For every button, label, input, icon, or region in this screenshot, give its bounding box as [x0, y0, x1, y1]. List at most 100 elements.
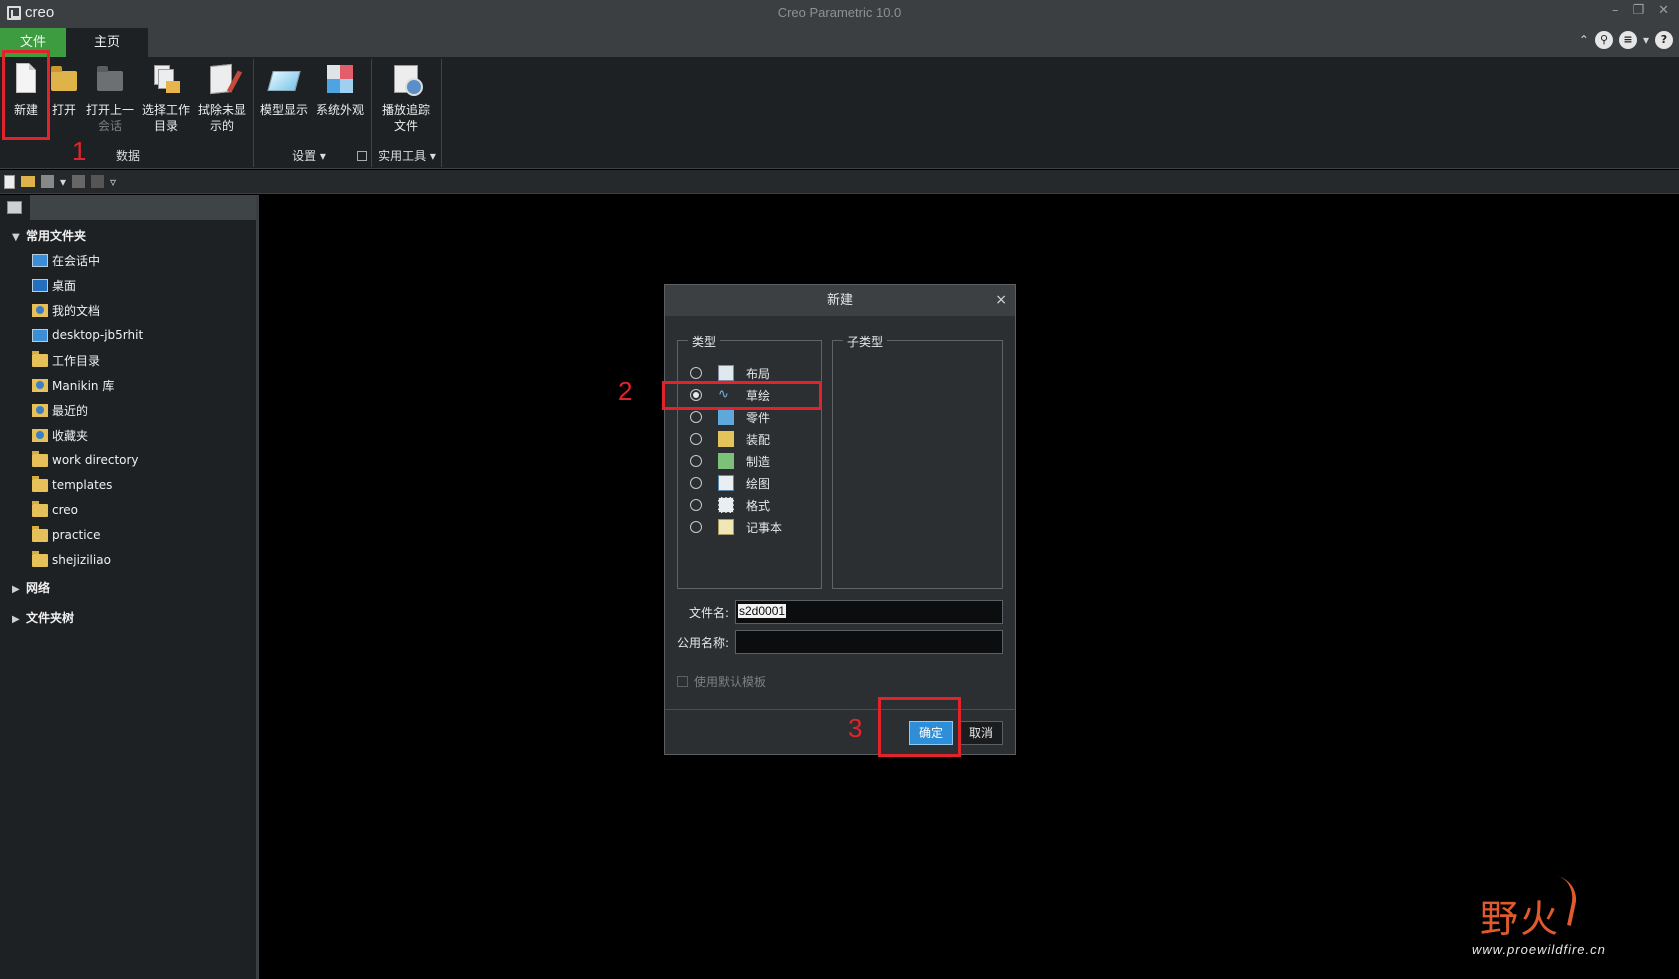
qat-save-icon[interactable]: [72, 175, 86, 188]
sidebar-item-label: practice: [52, 528, 101, 542]
expand-right-icon: ▶: [12, 614, 20, 625]
common-name-input[interactable]: [735, 630, 1003, 654]
type-group: 类型 布局 ∿ 草绘 零件 装配 制造 绘图 格式 记事本: [677, 333, 822, 589]
cancel-button[interactable]: 取消: [959, 721, 1003, 745]
search-icon[interactable]: ⚲: [1594, 31, 1613, 49]
sidebar-item-label: 在会话中: [52, 253, 101, 268]
sidebar-item-templates[interactable]: templates: [32, 475, 112, 494]
sidebar-item-label: 工作目录: [52, 353, 101, 368]
play-trail-file-label-1: 播放追踪: [381, 103, 430, 117]
collapse-ribbon-icon[interactable]: ⌃: [1579, 33, 1589, 47]
common-folders-header[interactable]: ▼ 常用文件夹: [12, 227, 86, 244]
sidebar-item-shejiziliao[interactable]: shejiziliao: [32, 550, 111, 569]
filename-label: 文件名:: [689, 606, 730, 620]
type-option-part[interactable]: 零件: [690, 408, 770, 426]
use-default-template-checkbox[interactable]: [677, 676, 688, 687]
group-separator: [253, 59, 254, 167]
learning-connector-icon[interactable]: ≡: [1618, 31, 1637, 49]
dropdown-arrow-icon[interactable]: ▾: [1643, 33, 1649, 47]
play-trail-file-button[interactable]: 播放追踪 文件: [380, 59, 432, 134]
use-default-template-label: 使用默认模板: [694, 675, 767, 689]
folder-icon: [32, 475, 48, 492]
radio-button[interactable]: [690, 411, 702, 423]
group-label-settings[interactable]: 设置 ▾: [284, 147, 334, 164]
qat-customize-icon[interactable]: ▿: [110, 175, 116, 189]
type-option-assembly[interactable]: 装配: [690, 430, 770, 448]
type-option-notebook[interactable]: 记事本: [690, 518, 782, 536]
folder-browser-icon: [7, 201, 22, 214]
expand-down-icon: ▼: [12, 232, 20, 243]
sidebar-item-desktop[interactable]: 桌面: [32, 276, 76, 294]
sidebar-item-in-session[interactable]: 在会话中: [32, 251, 100, 269]
part-icon: [718, 409, 734, 425]
model-display-icon: [267, 63, 301, 97]
type-label: 布局: [746, 366, 771, 381]
type-option-manufacturing[interactable]: 制造: [690, 452, 770, 470]
radio-button[interactable]: [690, 499, 702, 511]
erase-not-displayed-button[interactable]: 拭除未显 示的: [196, 59, 248, 134]
qat-dropdown-icon[interactable]: ▾: [60, 175, 66, 189]
erase-not-displayed-icon: [206, 63, 238, 97]
annotation-number-2: 2: [618, 376, 633, 406]
play-trail-file-icon: [390, 63, 423, 97]
select-working-directory-button[interactable]: 选择工作 目录: [140, 59, 192, 134]
network-header[interactable]: ▶ 网络: [12, 579, 50, 596]
type-option-layout[interactable]: 布局: [690, 364, 770, 382]
layout-icon: [718, 365, 734, 381]
group-separator: [441, 59, 442, 167]
type-option-drawing[interactable]: 绘图: [690, 474, 770, 492]
radio-button[interactable]: [690, 477, 702, 489]
sidebar-item-work-directory[interactable]: work directory: [32, 450, 139, 469]
filename-input[interactable]: s2d0001: [735, 600, 1003, 624]
type-label: 装配: [746, 432, 771, 447]
sidebar-item-recent[interactable]: 最近的: [32, 401, 88, 419]
radio-button[interactable]: [690, 433, 702, 445]
my-documents-icon: [32, 303, 48, 317]
sidebar-item-label: 收藏夹: [52, 428, 89, 443]
type-label: 记事本: [746, 520, 783, 535]
sidebar-item-favorites[interactable]: 收藏夹: [32, 426, 88, 444]
assembly-icon: [718, 431, 734, 447]
sidebar-item-working-directory[interactable]: 工作目录: [32, 350, 101, 369]
folder-tree-header[interactable]: ▶ 文件夹树: [12, 609, 74, 626]
minimize-button[interactable]: –: [1612, 3, 1619, 18]
sidebar-item-manikin-library[interactable]: Manikin 库: [32, 376, 114, 394]
tab-home[interactable]: 主页: [66, 28, 148, 57]
highlight-sketch-option: [662, 381, 822, 410]
select-working-directory-icon: [150, 63, 182, 97]
sidebar-item-creo[interactable]: creo: [32, 500, 78, 519]
settings-group-text: 设置: [292, 149, 317, 163]
open-last-session-button[interactable]: 打开上一 会话: [84, 59, 136, 134]
common-name-label: 公用名称:: [677, 636, 730, 650]
sidebar-item-label: work directory: [52, 453, 139, 467]
radio-button[interactable]: [690, 455, 702, 467]
sidebar-item-my-documents[interactable]: 我的文档: [32, 301, 100, 319]
group-label-utilities[interactable]: 实用工具 ▾: [374, 147, 440, 164]
qat-open-icon[interactable]: [21, 176, 35, 187]
type-option-format[interactable]: 格式: [690, 496, 770, 514]
tab-row-tools: ⌃ ⚲ ≡ ▾ ?: [1579, 31, 1673, 49]
qat-windows-icon[interactable]: [41, 175, 54, 188]
folder-browser-tab[interactable]: [0, 195, 30, 220]
qat-new-icon[interactable]: [4, 174, 15, 189]
system-appearance-button[interactable]: 系统外观: [314, 59, 366, 118]
restore-button[interactable]: ❐: [1632, 3, 1644, 18]
use-default-template-row[interactable]: 使用默认模板: [677, 673, 766, 690]
close-window-button[interactable]: ✕: [1658, 3, 1669, 18]
dialog-close-button[interactable]: ×: [995, 285, 1007, 316]
radio-button[interactable]: [690, 367, 702, 379]
highlight-new-button: [2, 50, 50, 140]
favorites-icon: [32, 428, 48, 442]
sidebar-item-label: 我的文档: [52, 303, 101, 318]
group-separator: [371, 59, 372, 167]
radio-button[interactable]: [690, 521, 702, 533]
dialog-title: 新建: [826, 293, 853, 308]
sidebar-item-computer[interactable]: desktop-jb5rhit: [32, 326, 143, 344]
help-icon[interactable]: ?: [1655, 31, 1673, 49]
model-display-button[interactable]: 模型显示: [258, 59, 310, 118]
qat-regenerate-icon[interactable]: [91, 175, 105, 188]
working-directory-icon: [32, 350, 48, 367]
settings-dialog-launcher-icon[interactable]: [357, 151, 367, 161]
type-label: 制造: [746, 454, 771, 469]
sidebar-item-practice[interactable]: practice: [32, 525, 101, 544]
